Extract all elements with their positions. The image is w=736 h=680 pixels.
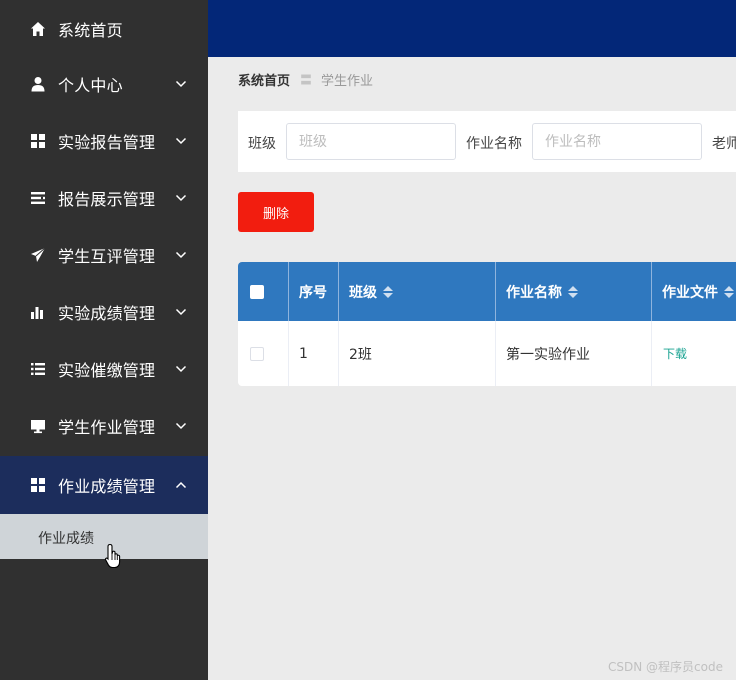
select-all-cell — [238, 262, 289, 321]
chevron-down-icon — [174, 248, 188, 262]
sidebar: 系统首页 个人中心 实验报告管理 报告展示管理 学生互评管理 实验成绩管理 实验… — [0, 0, 208, 680]
watermark: CSDN @程序员code — [608, 660, 723, 674]
homework-table: 序号 班级 作业名称 作业文件 1 2班 第一实验作业 下载 — [238, 262, 736, 386]
sidebar-subitem-label: 作业成绩 — [38, 531, 94, 547]
row-checkbox[interactable] — [250, 346, 264, 361]
homework-name-label: 作业名称 — [466, 136, 522, 152]
teacher-label: 老师 — [712, 136, 736, 152]
chevron-up-icon — [174, 478, 188, 492]
sidebar-item-lab-report[interactable]: 实验报告管理 — [0, 112, 208, 169]
header-homework-name[interactable]: 作业名称 — [496, 262, 652, 321]
download-link[interactable]: 下载 — [663, 345, 687, 362]
search-panel: 班级 作业名称 老师 — [238, 111, 736, 172]
sidebar-item-label: 实验报告管理 — [58, 132, 156, 152]
sidebar-item-label: 个人中心 — [58, 75, 123, 95]
sort-icon[interactable] — [383, 285, 393, 299]
chevron-down-icon — [174, 77, 188, 91]
sidebar-item-report-display[interactable]: 报告展示管理 — [0, 169, 208, 226]
user-icon — [29, 75, 47, 93]
header-homework-file[interactable]: 作业文件 — [652, 262, 736, 321]
sidebar-item-label: 报告展示管理 — [58, 189, 156, 209]
row-index: 1 — [289, 321, 339, 386]
sidebar-item-lab-reminder[interactable]: 实验催缴管理 — [0, 340, 208, 397]
breadcrumb-home[interactable]: 系统首页 — [238, 70, 290, 89]
monitor-icon — [29, 417, 47, 435]
sidebar-item-label: 系统首页 — [58, 20, 123, 40]
header-class-label: 班级 — [349, 284, 377, 301]
sidebar-item-peer-review[interactable]: 学生互评管理 — [0, 226, 208, 283]
row-file-cell: 下载 — [652, 321, 736, 386]
header-class[interactable]: 班级 — [339, 262, 496, 321]
chevron-down-icon — [174, 191, 188, 205]
breadcrumb-separator-icon: 〓 — [300, 73, 313, 87]
bar-chart-icon — [29, 303, 47, 321]
class-label: 班级 — [248, 136, 276, 152]
header-homework-file-label: 作业文件 — [662, 284, 718, 301]
row-select-cell — [238, 321, 289, 386]
top-header-bar — [208, 0, 736, 57]
sidebar-item-homework-grades[interactable]: 作业成绩管理 — [0, 456, 208, 514]
sort-icon[interactable] — [724, 285, 734, 299]
table-header: 序号 班级 作业名称 作业文件 — [238, 262, 736, 321]
sidebar-item-home[interactable]: 系统首页 — [0, 0, 208, 57]
sidebar-item-label: 作业成绩管理 — [58, 477, 156, 496]
hand-cursor-icon — [104, 543, 121, 569]
homework-name-input[interactable] — [532, 123, 702, 160]
row-class: 2班 — [339, 321, 496, 386]
chevron-down-icon — [174, 305, 188, 319]
header-index-label: 序号 — [299, 284, 327, 301]
sidebar-item-label: 实验催缴管理 — [58, 360, 156, 380]
breadcrumb: 系统首页 〓 学生作业 — [238, 70, 373, 89]
sidebar-item-label: 学生互评管理 — [58, 246, 156, 266]
chevron-down-icon — [174, 419, 188, 433]
row-homework-name: 第一实验作业 — [496, 321, 652, 386]
table-row[interactable]: 1 2班 第一实验作业 下载 — [238, 321, 736, 386]
home-icon — [29, 20, 47, 38]
grid-icon — [29, 476, 47, 494]
chevron-down-icon — [174, 362, 188, 376]
sidebar-item-personal-center[interactable]: 个人中心 — [0, 55, 208, 112]
sidebar-item-student-homework[interactable]: 学生作业管理 — [0, 397, 208, 454]
select-all-checkbox[interactable] — [250, 284, 264, 299]
list-icon — [29, 360, 47, 378]
breadcrumb-current: 学生作业 — [321, 74, 374, 89]
sort-icon[interactable] — [568, 285, 578, 299]
delete-button[interactable]: 删除 — [238, 192, 314, 232]
header-index: 序号 — [289, 262, 339, 321]
grid-icon — [29, 132, 47, 150]
sidebar-item-label: 实验成绩管理 — [58, 303, 156, 323]
chevron-down-icon — [174, 134, 188, 148]
sidebar-item-lab-grades[interactable]: 实验成绩管理 — [0, 283, 208, 340]
list-icon — [29, 189, 47, 207]
class-input[interactable] — [286, 123, 456, 160]
header-homework-name-label: 作业名称 — [506, 284, 562, 301]
send-icon — [29, 246, 47, 264]
sidebar-item-label: 学生作业管理 — [58, 417, 156, 437]
